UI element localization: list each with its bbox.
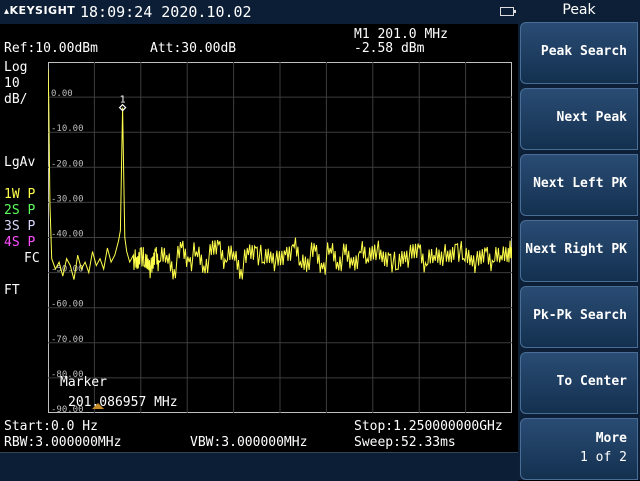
y-tick-label: 0.00 bbox=[51, 89, 73, 99]
stop-frequency: Stop:1.250000000GHz bbox=[354, 419, 503, 434]
softkey-label: Next Right PK bbox=[525, 242, 627, 257]
scale-value: 10 bbox=[4, 76, 20, 91]
next-left-peak-button[interactable]: Next Left PK bbox=[520, 154, 638, 216]
to-center-button[interactable]: To Center bbox=[520, 352, 638, 414]
trace-mode: P bbox=[27, 219, 36, 234]
marker-frequency-readout: M1 201.0 MHz bbox=[354, 27, 448, 42]
sweep-time: Sweep:52.33ms bbox=[354, 435, 456, 450]
trace-1-status: 1W P bbox=[4, 187, 35, 202]
trace-label: 1W bbox=[4, 187, 20, 202]
y-tick-label: -30.00 bbox=[51, 194, 84, 204]
start-frequency: Start:0.0 Hz bbox=[4, 419, 98, 434]
vbw: VBW:3.000000MHz bbox=[190, 435, 308, 450]
average-type: LgAv bbox=[4, 155, 36, 170]
more-button[interactable]: More 1 of 2 bbox=[520, 418, 638, 480]
marker-box-value: 201.086957 MHz bbox=[68, 395, 178, 410]
trace-mode: P bbox=[27, 235, 36, 250]
y-tick-label: -70.00 bbox=[51, 335, 84, 345]
trace-label: 4S bbox=[4, 235, 20, 250]
y-tick-label: -20.00 bbox=[51, 159, 84, 169]
y-tick-label: -40.00 bbox=[51, 230, 84, 240]
pk-pk-search-button[interactable]: Pk-Pk Search bbox=[520, 286, 638, 348]
brand-logo: ▴KEYSIGHT bbox=[4, 4, 75, 17]
datetime: 18:09:24 2020.10.02 bbox=[80, 3, 252, 21]
trace-mode: P bbox=[27, 187, 36, 202]
softkey-page-indicator: 1 of 2 bbox=[580, 450, 627, 465]
next-right-peak-button[interactable]: Next Right PK bbox=[520, 220, 638, 282]
trace-label: 2S bbox=[4, 203, 20, 218]
brand-name: KEYSIGHT bbox=[9, 4, 76, 17]
status-message-bar bbox=[0, 452, 518, 481]
y-tick-label: -60.00 bbox=[51, 300, 84, 310]
trace-mode: P bbox=[27, 203, 36, 218]
reference-level: Ref:10.00dBm bbox=[4, 41, 98, 56]
next-peak-button[interactable]: Next Peak bbox=[520, 88, 638, 150]
softkey-label: More bbox=[595, 431, 627, 446]
battery-icon bbox=[500, 7, 516, 16]
y-tick-label: -50.00 bbox=[51, 265, 84, 275]
marker-number: 1 bbox=[120, 95, 126, 106]
trace-2-status: 2S P bbox=[4, 203, 35, 218]
trace-label: 3S bbox=[4, 219, 20, 234]
trigger-mode: FT bbox=[4, 283, 20, 298]
softkey-label: Next Left PK bbox=[533, 176, 627, 191]
scale-mode: Log bbox=[4, 60, 28, 75]
softkey-label: Pk-Pk Search bbox=[533, 308, 627, 323]
menu-title: Peak bbox=[562, 2, 596, 18]
marker-amplitude-readout: -2.58 dBm bbox=[354, 41, 425, 56]
status-bar: ▴KEYSIGHT 18:09:24 2020.10.02 bbox=[0, 0, 518, 24]
y-tick-label: -10.00 bbox=[51, 124, 84, 134]
softkey-label: Peak Search bbox=[540, 44, 627, 59]
marker-box-title: Marker bbox=[60, 375, 107, 390]
attenuation: Att:30.00dB bbox=[150, 41, 237, 56]
scale-unit: dB/ bbox=[4, 92, 28, 107]
freq-coupling: FC bbox=[24, 251, 40, 266]
softkey-label: To Center bbox=[556, 374, 627, 389]
rbw: RBW:3.000000MHz bbox=[4, 435, 122, 450]
softkey-label: Next Peak bbox=[556, 110, 627, 125]
trace-4-status: 4S P bbox=[4, 235, 35, 250]
peak-search-button[interactable]: Peak Search bbox=[520, 22, 638, 84]
trace-3-status: 3S P bbox=[4, 219, 35, 234]
spectrum-graticule[interactable]: 0.00 -10.00 -20.00 -30.00 -40.00 -50.00 -60.00… bbox=[48, 62, 512, 413]
